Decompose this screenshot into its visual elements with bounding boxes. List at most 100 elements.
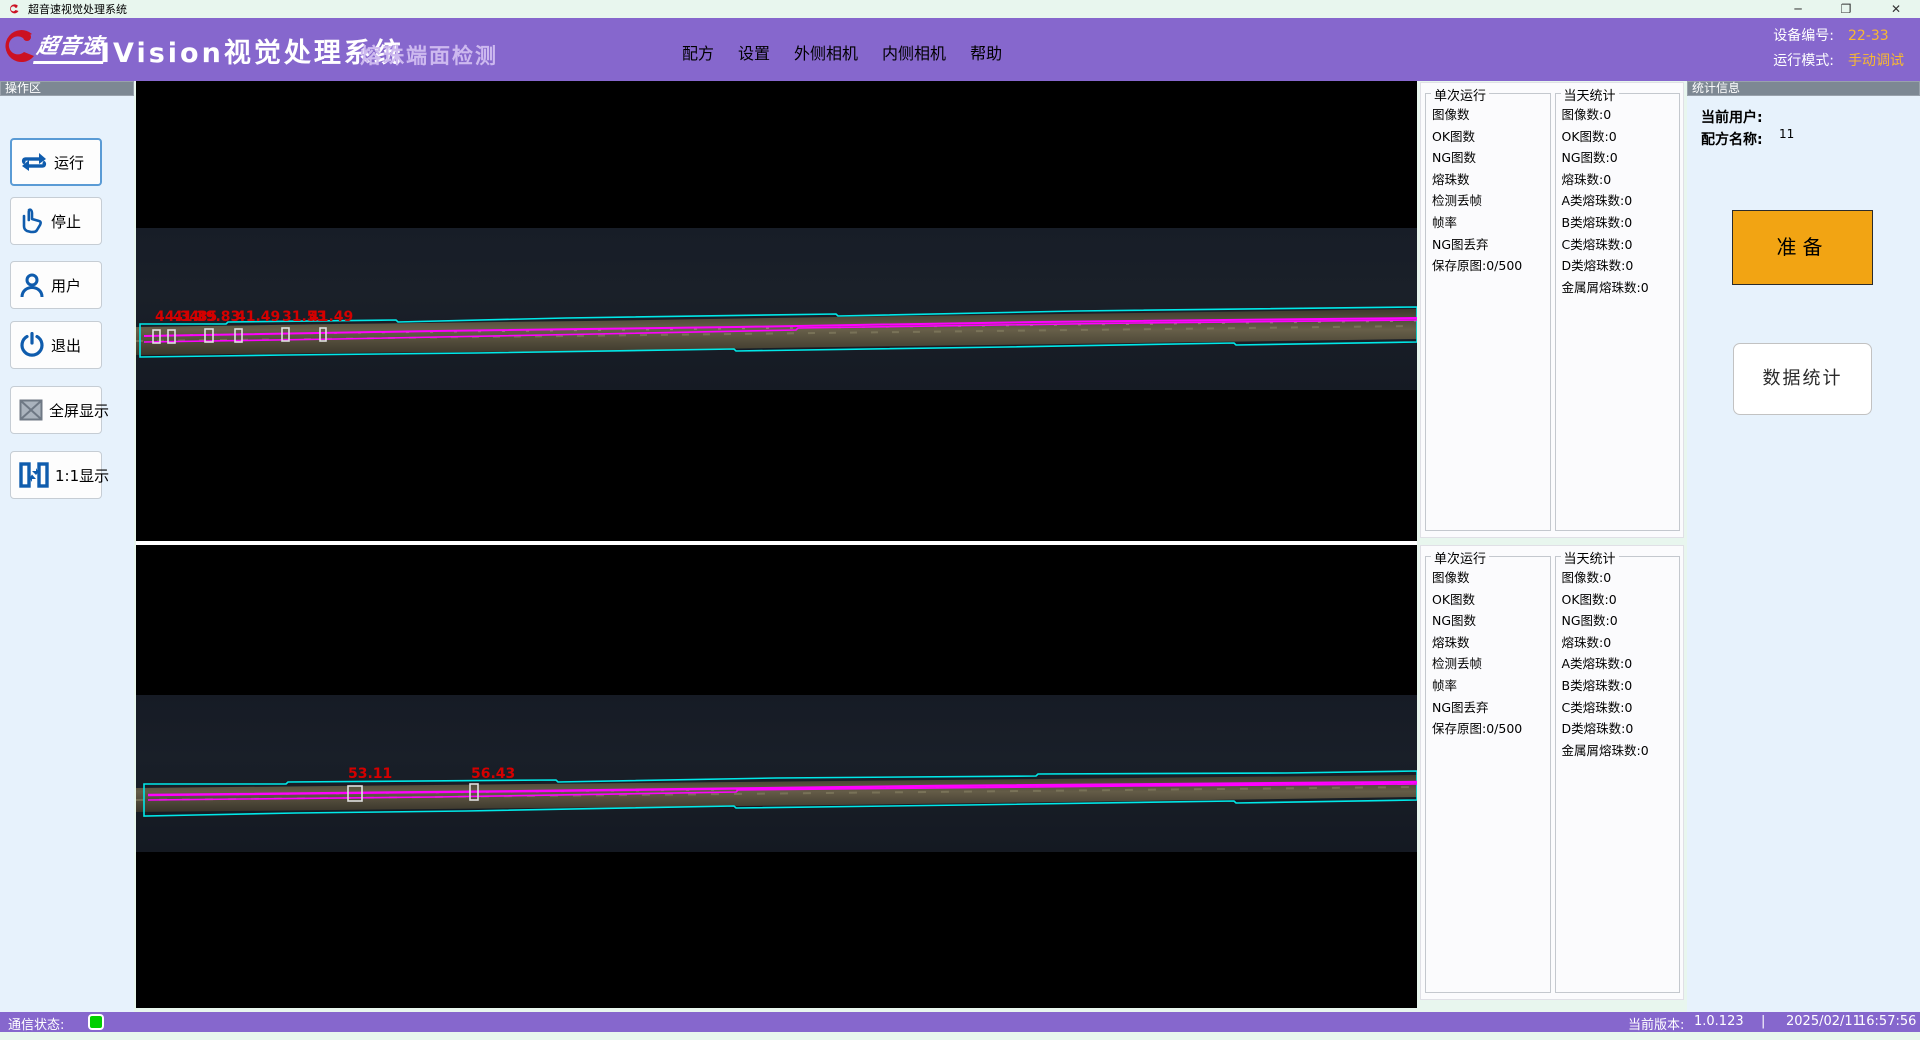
stat-row: 熔珠数 xyxy=(1426,632,1550,654)
stat-row: B类熔珠数:0 xyxy=(1556,675,1680,697)
fullscreen-icon xyxy=(19,399,43,421)
window-title: 超音速视觉处理系统 xyxy=(28,1,127,17)
daily-stats-title: 当天统计 xyxy=(1561,85,1619,104)
camera-image-bottom[interactable]: 53.11 56.43 xyxy=(136,545,1417,1008)
sidebar-operations: 操作区 运行 停止 用户 xyxy=(0,81,134,1012)
stop-button-label: 停止 xyxy=(51,211,81,232)
stats-panel-top-camera: 单次运行 图像数OK图数NG图数熔珠数检测丢帧帧率NG图丢弃保存原图:0/500… xyxy=(1420,82,1684,538)
ready-button[interactable]: 准备 xyxy=(1732,210,1873,285)
stat-row: NG图数:0 xyxy=(1556,610,1680,632)
exit-button[interactable]: 退出 xyxy=(10,321,102,369)
one-to-one-button[interactable]: 1:1显示 xyxy=(10,451,102,499)
single-run-title: 单次运行 xyxy=(1431,85,1489,104)
minimize-button[interactable]: ─ xyxy=(1776,0,1820,18)
camera-view-area: 44.3441.8539.8341.4931.5341.49 xyxy=(136,81,1417,1008)
stat-row: OK图数 xyxy=(1426,126,1550,148)
stat-row: 熔珠数:0 xyxy=(1556,169,1680,191)
stat-row: 帧率 xyxy=(1426,212,1550,234)
daily-stats-groupbox: 当天统计 图像数:0OK图数:0NG图数:0熔珠数:0A类熔珠数:0B类熔珠数:… xyxy=(1555,93,1681,531)
stat-row: NG图数 xyxy=(1426,610,1550,632)
stat-row: 熔珠数 xyxy=(1426,169,1550,191)
one-to-one-button-label: 1:1显示 xyxy=(55,465,109,486)
single-run-rows: 图像数OK图数NG图数熔珠数检测丢帧帧率NG图丢弃保存原图:0/500 xyxy=(1426,567,1550,740)
app-window: 超音速视觉处理系统 ─ ❐ ✕ 超音速 IVision视觉处理系统 熔珠端面检测… xyxy=(0,0,1920,1040)
menu-item-outer-camera[interactable]: 外侧相机 xyxy=(794,40,858,64)
statistics-info-panel: 统计信息 当前用户: 配方名称: 11 准备 数据统计 xyxy=(1687,81,1920,1012)
menu-item-recipe[interactable]: 配方 xyxy=(682,40,714,64)
stat-row: 金属屑熔珠数:0 xyxy=(1556,740,1680,762)
measurement-label: 53.11 xyxy=(348,766,392,782)
menu-bar: 配方 设置 外侧相机 内侧相机 帮助 xyxy=(682,40,1026,64)
titlebar: 超音速视觉处理系统 ─ ❐ ✕ xyxy=(0,0,1920,18)
header: 超音速 IVision视觉处理系统 熔珠端面检测 配方 设置 外侧相机 内侧相机… xyxy=(0,18,1920,81)
stat-row: OK图数:0 xyxy=(1556,126,1680,148)
run-mode-value: 手动调试 xyxy=(1848,53,1904,69)
stat-row: 保存原图:0/500 xyxy=(1426,718,1550,740)
single-run-groupbox: 单次运行 图像数OK图数NG图数熔珠数检测丢帧帧率NG图丢弃保存原图:0/500 xyxy=(1425,556,1551,993)
device-number-value: 22-33 xyxy=(1848,28,1889,44)
comm-status-label: 通信状态: xyxy=(8,1014,64,1033)
stat-row: NG图数 xyxy=(1426,147,1550,169)
stop-hand-icon xyxy=(19,208,45,234)
sidebar-title: 操作区 xyxy=(0,81,134,96)
stat-row: 检测丢帧 xyxy=(1426,190,1550,212)
current-user-label: 当前用户: xyxy=(1701,107,1763,127)
measurement-label: 39.83 xyxy=(196,309,240,325)
version-label: 当前版本: xyxy=(1628,1014,1684,1033)
fullscreen-button-label: 全屏显示 xyxy=(49,400,109,421)
stat-row: A类熔珠数:0 xyxy=(1556,190,1680,212)
stat-row: A类熔珠数:0 xyxy=(1556,653,1680,675)
brand-name: 超音速 xyxy=(33,30,109,64)
close-button[interactable]: ✕ xyxy=(1874,0,1918,18)
fullscreen-button[interactable]: 全屏显示 xyxy=(10,386,102,434)
device-number-label: 设备编号: xyxy=(1773,28,1834,44)
app-logo-icon xyxy=(8,3,20,15)
power-icon xyxy=(19,332,45,358)
stat-row: 金属屑熔珠数:0 xyxy=(1556,277,1680,299)
run-arrows-icon xyxy=(20,150,48,174)
status-date: 2025/02/11 xyxy=(1786,1014,1861,1029)
single-run-title: 单次运行 xyxy=(1431,548,1489,567)
app-title: IVision视觉处理系统 xyxy=(100,31,404,70)
device-info: 设备编号: 22-33 运行模式:手动调试 xyxy=(1773,24,1904,74)
stat-row: C类熔珠数:0 xyxy=(1556,234,1680,256)
user-button-label: 用户 xyxy=(51,275,81,296)
stat-row: NG图丢弃 xyxy=(1426,234,1550,256)
comm-status-led xyxy=(88,1014,104,1030)
stat-row: C类熔珠数:0 xyxy=(1556,697,1680,719)
status-separator: | xyxy=(1761,1014,1765,1029)
statistics-info-title: 统计信息 xyxy=(1687,81,1920,96)
daily-stats-groupbox: 当天统计 图像数:0OK图数:0NG图数:0熔珠数:0A类熔珠数:0B类熔珠数:… xyxy=(1555,556,1681,993)
daily-stats-rows: 图像数:0OK图数:0NG图数:0熔珠数:0A类熔珠数:0B类熔珠数:0C类熔珠… xyxy=(1556,567,1680,761)
measurement-label: 56.43 xyxy=(471,766,515,782)
measurement-label: 41.49 xyxy=(236,309,280,325)
stats-panel-bottom-camera: 单次运行 图像数OK图数NG图数熔珠数检测丢帧帧率NG图丢弃保存原图:0/500… xyxy=(1420,545,1684,1000)
data-statistics-button[interactable]: 数据统计 xyxy=(1733,343,1872,415)
user-icon xyxy=(19,272,45,298)
stat-row: 图像数:0 xyxy=(1556,104,1680,126)
menu-item-settings[interactable]: 设置 xyxy=(738,40,770,64)
stat-row: B类熔珠数:0 xyxy=(1556,212,1680,234)
run-button[interactable]: 运行 xyxy=(10,138,102,186)
recipe-name-label: 配方名称: xyxy=(1701,129,1763,149)
brand-swoosh-icon xyxy=(4,26,36,68)
camera-image-top[interactable]: 44.3441.8539.8341.4931.5341.49 xyxy=(136,81,1417,541)
app-subtitle: 熔珠端面检测 xyxy=(360,40,498,70)
stat-row: 帧率 xyxy=(1426,675,1550,697)
user-button[interactable]: 用户 xyxy=(10,261,102,309)
daily-stats-rows: 图像数:0OK图数:0NG图数:0熔珠数:0A类熔珠数:0B类熔珠数:0C类熔珠… xyxy=(1556,104,1680,298)
stat-row: 图像数 xyxy=(1426,104,1550,126)
device-number-line: 设备编号: 22-33 xyxy=(1773,24,1904,49)
measurement-label: 41.49 xyxy=(309,309,353,325)
run-button-label: 运行 xyxy=(54,152,84,173)
stop-button[interactable]: 停止 xyxy=(10,197,102,245)
status-time: 16:57:56 xyxy=(1858,1014,1916,1029)
stat-row: NG图数:0 xyxy=(1556,147,1680,169)
run-mode-line: 运行模式:手动调试 xyxy=(1773,49,1904,74)
restore-button[interactable]: ❐ xyxy=(1824,0,1868,18)
stat-row: 图像数:0 xyxy=(1556,567,1680,589)
exit-button-label: 退出 xyxy=(51,335,81,356)
menu-item-inner-camera[interactable]: 内侧相机 xyxy=(882,40,946,64)
single-run-rows: 图像数OK图数NG图数熔珠数检测丢帧帧率NG图丢弃保存原图:0/500 xyxy=(1426,104,1550,277)
menu-item-help[interactable]: 帮助 xyxy=(970,40,1002,64)
